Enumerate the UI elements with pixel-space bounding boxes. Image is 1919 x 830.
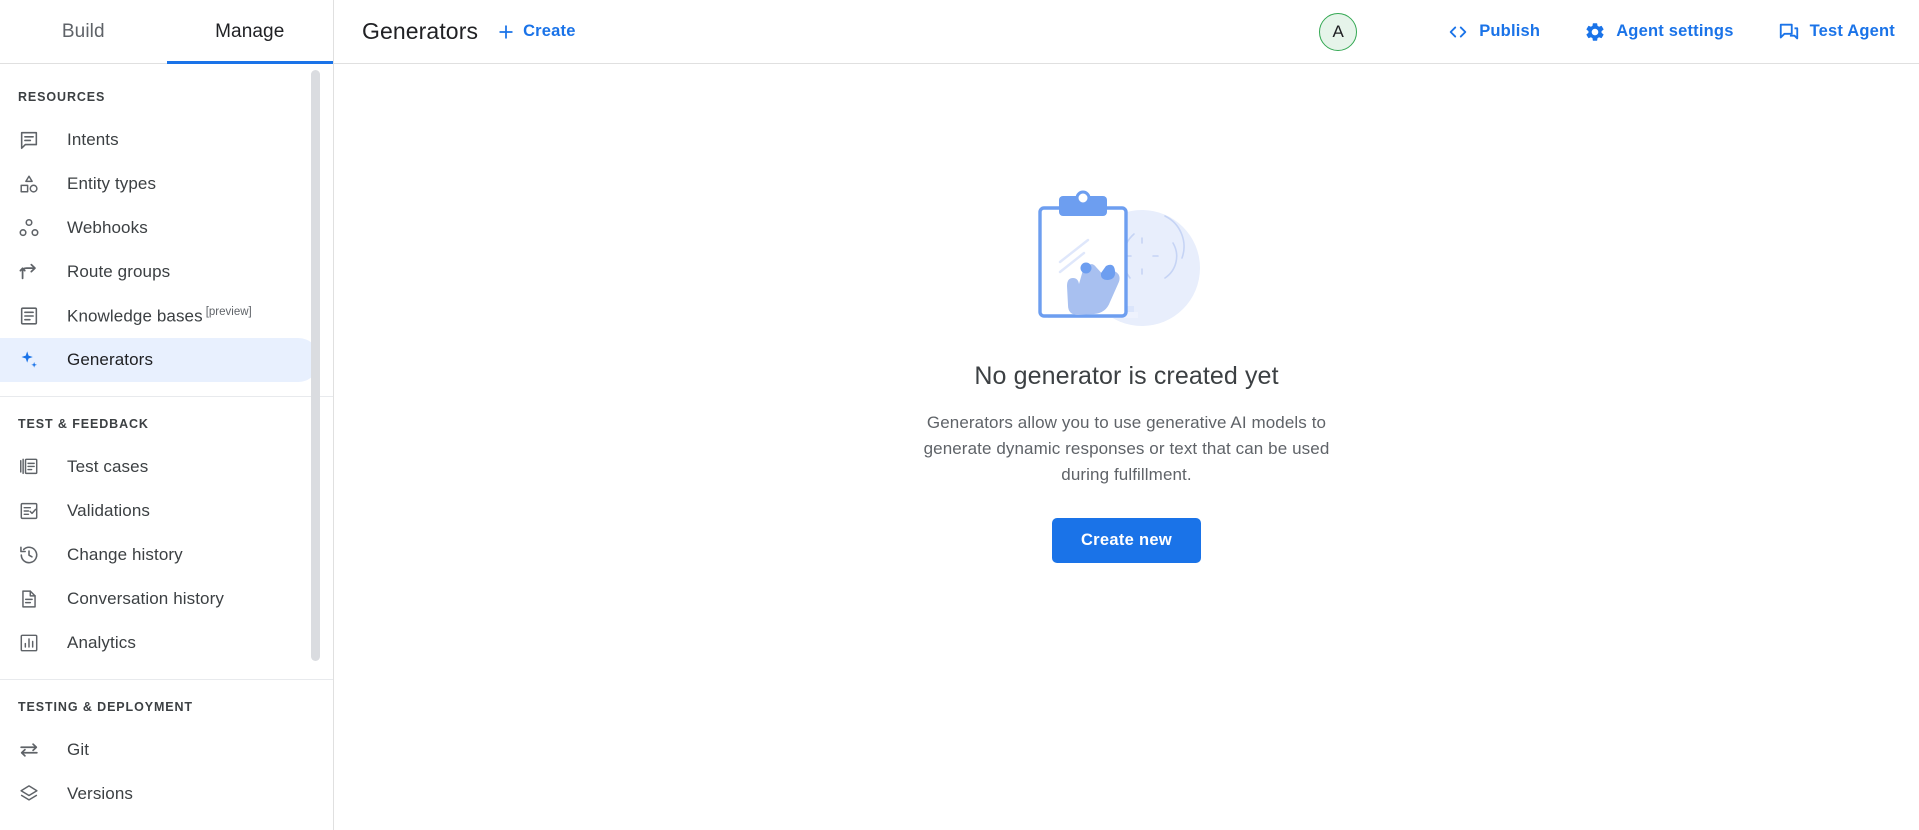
sidebar-section-testing-deployment: TESTING & DEPLOYMENT Git xyxy=(0,679,333,816)
entity-types-icon xyxy=(18,173,40,195)
agent-settings-button[interactable]: Agent settings xyxy=(1584,21,1733,43)
sidebar-item-label: Entity types xyxy=(67,174,156,194)
page-title: Generators xyxy=(362,18,478,45)
avatar-initial: A xyxy=(1333,22,1344,42)
sidebar-item-text: Knowledge bases xyxy=(67,306,203,325)
sidebar-item-label: Conversation history xyxy=(67,589,224,609)
history-clock-icon xyxy=(18,544,40,566)
app-root: Build Manage Generators Create A xyxy=(0,0,1919,830)
sidebar-item-conversation-history[interactable]: Conversation history xyxy=(0,577,320,621)
sidebar-item-label: Test cases xyxy=(67,457,148,477)
main-content: No generator is created yet Generators a… xyxy=(334,64,1919,830)
webhooks-icon xyxy=(18,217,40,239)
sidebar-item-route-groups[interactable]: Route groups xyxy=(0,250,320,294)
sidebar-item-git[interactable]: Git xyxy=(0,728,320,772)
sidebar-item-knowledge-bases[interactable]: Knowledge bases[preview] xyxy=(0,294,320,338)
sidebar-item-label: Generators xyxy=(67,350,153,370)
sidebar-item-validations[interactable]: Validations xyxy=(0,489,320,533)
tab-build[interactable]: Build xyxy=(0,0,167,64)
create-button[interactable]: Create xyxy=(496,22,576,42)
sidebar-item-intents[interactable]: Intents xyxy=(0,118,320,162)
top-bar-actions: A Publish xyxy=(1319,13,1895,51)
empty-state-description: Generators allow you to use generative A… xyxy=(917,410,1337,488)
mode-tab-group: Build Manage xyxy=(0,0,334,64)
sidebar-item-versions[interactable]: Versions xyxy=(0,772,320,816)
create-button-label: Create xyxy=(523,22,576,41)
publish-label: Publish xyxy=(1479,22,1540,41)
sidebar-item-label: Intents xyxy=(67,130,119,150)
chat-bubble-icon xyxy=(1778,21,1800,43)
document-icon xyxy=(18,588,40,610)
plus-icon xyxy=(496,22,516,42)
layers-icon xyxy=(18,783,40,805)
sidebar-item-change-history[interactable]: Change history xyxy=(0,533,320,577)
sidebar-item-label: Webhooks xyxy=(67,218,148,238)
body: RESOURCES Intents xyxy=(0,64,1919,830)
section-label-test-feedback: TEST & FEEDBACK xyxy=(0,417,333,445)
route-groups-icon xyxy=(18,261,40,283)
tab-manage[interactable]: Manage xyxy=(167,0,334,64)
sparkle-icon xyxy=(18,349,40,371)
sidebar-item-label: Change history xyxy=(67,545,183,565)
sidebar-section-resources: RESOURCES Intents xyxy=(0,70,333,382)
agent-settings-label: Agent settings xyxy=(1616,22,1733,41)
publish-button[interactable]: Publish xyxy=(1447,21,1540,43)
tab-manage-label: Manage xyxy=(215,21,284,43)
code-brackets-icon xyxy=(1447,21,1469,43)
empty-state-title: No generator is created yet xyxy=(974,362,1278,391)
sidebar-item-label: Git xyxy=(67,740,89,760)
sidebar-item-analytics[interactable]: Analytics xyxy=(0,621,320,665)
sidebar-item-label: Analytics xyxy=(67,633,136,653)
tab-build-label: Build xyxy=(62,21,105,43)
test-agent-label: Test Agent xyxy=(1810,22,1895,41)
gear-icon xyxy=(1584,21,1606,43)
sidebar-item-label: Knowledge bases[preview] xyxy=(67,306,252,327)
git-sync-icon xyxy=(18,739,40,761)
section-label-resources: RESOURCES xyxy=(0,90,333,118)
clipboard-hand-illustration xyxy=(1022,186,1232,336)
preview-badge: [preview] xyxy=(206,306,252,318)
top-bar-main: Generators Create A xyxy=(334,0,1919,63)
bar-chart-icon xyxy=(18,632,40,654)
create-new-button[interactable]: Create new xyxy=(1052,518,1201,563)
test-cases-icon xyxy=(18,456,40,478)
knowledge-bases-icon xyxy=(18,305,40,327)
sidebar-item-label: Versions xyxy=(67,784,133,804)
sidebar-item-test-cases[interactable]: Test cases xyxy=(0,445,320,489)
sidebar-item-label: Validations xyxy=(67,501,150,521)
intents-icon xyxy=(18,129,40,151)
sidebar-item-webhooks[interactable]: Webhooks xyxy=(0,206,320,250)
sidebar-item-entity-types[interactable]: Entity types xyxy=(0,162,320,206)
avatar[interactable]: A xyxy=(1319,13,1357,51)
sidebar-item-generators[interactable]: Generators xyxy=(0,338,320,382)
sidebar: RESOURCES Intents xyxy=(0,64,334,830)
top-bar: Build Manage Generators Create A xyxy=(0,0,1919,64)
sidebar-section-test-feedback: TEST & FEEDBACK Test cases xyxy=(0,396,333,665)
sidebar-item-label: Route groups xyxy=(67,262,170,282)
validations-icon xyxy=(18,500,40,522)
test-agent-button[interactable]: Test Agent xyxy=(1778,21,1895,43)
section-label-testing-deployment: TESTING & DEPLOYMENT xyxy=(0,700,333,728)
